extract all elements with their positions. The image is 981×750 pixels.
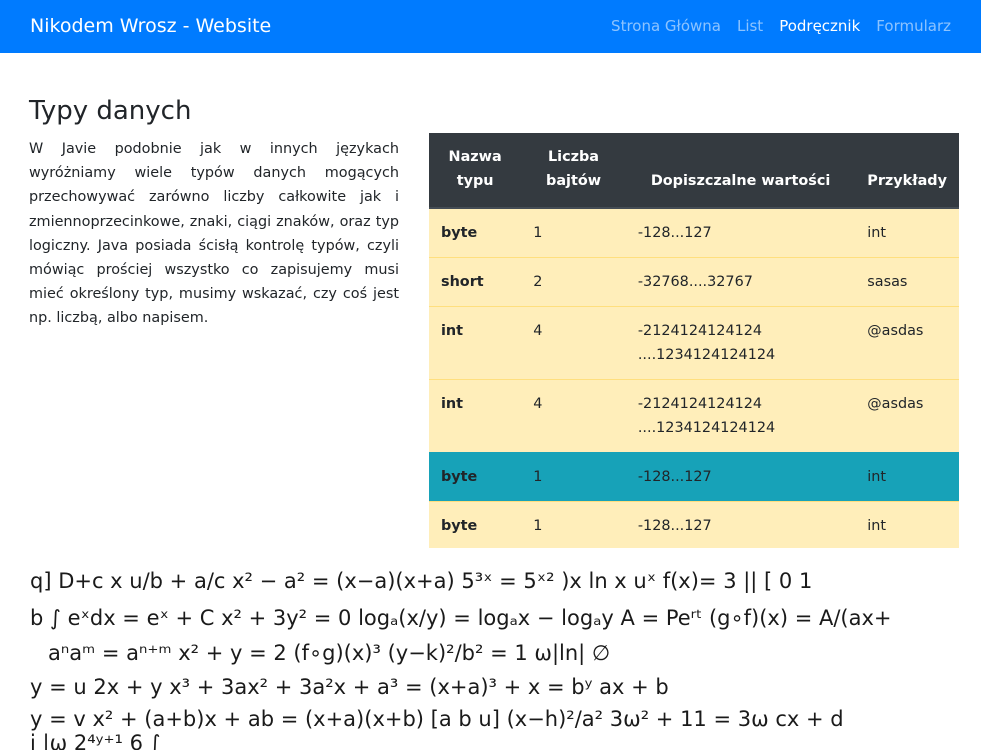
data-types-table: Nazwa typu Liczba bajtów Dopiszczalne wa…	[429, 133, 959, 550]
math-formulas-image: q] D+c x u/b + a/c x² − a² = (x−a)(x+a) …	[30, 569, 892, 750]
table-row-highlighted: byte 1 -128...127 int	[429, 452, 959, 502]
table-row: int 4 -2124124124124 ....1234124124124 @…	[429, 306, 959, 380]
table-row: byte 1 -128...127 int	[429, 501, 959, 550]
cell-type-name: byte	[429, 452, 522, 502]
cell-range: -32768....32767	[625, 257, 856, 307]
cell-bytes: 1	[521, 501, 626, 550]
header-type-name: Nazwa typu	[429, 133, 522, 209]
cell-range: -128...127	[625, 501, 856, 550]
cell-bytes: 1	[521, 452, 626, 502]
top-navbar: Nikodem Wrosz - Website Strona Główna Li…	[0, 0, 981, 53]
header-range: Dopiszczalne wartości	[625, 133, 856, 209]
table-row: int 4 -2124124124124 ....1234124124124 @…	[429, 379, 959, 453]
cell-example: int	[855, 452, 959, 502]
math-formulas-background: q] D+c x u/b + a/c x² − a² = (x−a)(x+a) …	[0, 548, 981, 750]
math-line: y = v x² + (a+b)x + ab = (x+a)(x+b) [a b…	[30, 707, 844, 731]
cell-type-name: short	[429, 257, 522, 307]
cell-bytes: 4	[521, 306, 626, 380]
cell-example: int	[855, 501, 959, 550]
table-row: short 2 -32768....32767 sasas	[429, 257, 959, 307]
cell-range: -128...127	[625, 207, 856, 258]
cell-range: -2124124124124 ....1234124124124	[625, 306, 856, 380]
cell-example: @asdas	[855, 306, 959, 380]
cell-bytes: 4	[521, 379, 626, 453]
cell-type-name: int	[429, 306, 522, 380]
nav-link-form[interactable]: Formularz	[876, 16, 951, 36]
math-line: i |ω 2⁴ʸ⁺¹ 6 ∫	[30, 731, 161, 750]
cell-bytes: 1	[521, 207, 626, 258]
math-line: y = u 2x + y x³ + 3ax² + 3a²x + a³ = (x+…	[30, 675, 669, 699]
nav-link-home[interactable]: Strona Główna	[611, 16, 721, 36]
nav-link-handbook[interactable]: Podręcznik	[779, 16, 860, 36]
site-brand[interactable]: Nikodem Wrosz - Website	[30, 14, 271, 38]
cell-type-name: byte	[429, 207, 522, 258]
header-examples: Przykłady	[855, 133, 959, 209]
cell-range: -2124124124124 ....1234124124124	[625, 379, 856, 453]
table-header-row: Nazwa typu Liczba bajtów Dopiszczalne wa…	[429, 133, 959, 209]
math-line: b ∫ eˣdx = eˣ + C x² + 3y² = 0 logₐ(x/y)…	[30, 606, 892, 630]
nav-links: Strona Główna List Podręcznik Formularz	[595, 16, 951, 36]
cell-example: sasas	[855, 257, 959, 307]
cell-type-name: int	[429, 379, 522, 453]
cell-example: @asdas	[855, 379, 959, 453]
nav-link-list[interactable]: List	[737, 16, 763, 36]
header-bytes: Liczba bajtów	[521, 133, 626, 209]
cell-range: -128...127	[625, 452, 856, 502]
page-title: Typy danych	[29, 96, 192, 126]
table-row: byte 1 -128...127 int	[429, 207, 959, 258]
cell-type-name: byte	[429, 501, 522, 550]
intro-paragraph: W Javie podobnie jak w innych językach w…	[29, 141, 399, 327]
cell-example: int	[855, 207, 959, 258]
cell-bytes: 2	[521, 257, 626, 307]
math-line: q] D+c x u/b + a/c x² − a² = (x−a)(x+a) …	[30, 569, 812, 594]
math-line: aⁿaᵐ = aⁿ⁺ᵐ x² + y = 2 (f∘g)(x)³ (y−k)²/…	[48, 641, 610, 666]
